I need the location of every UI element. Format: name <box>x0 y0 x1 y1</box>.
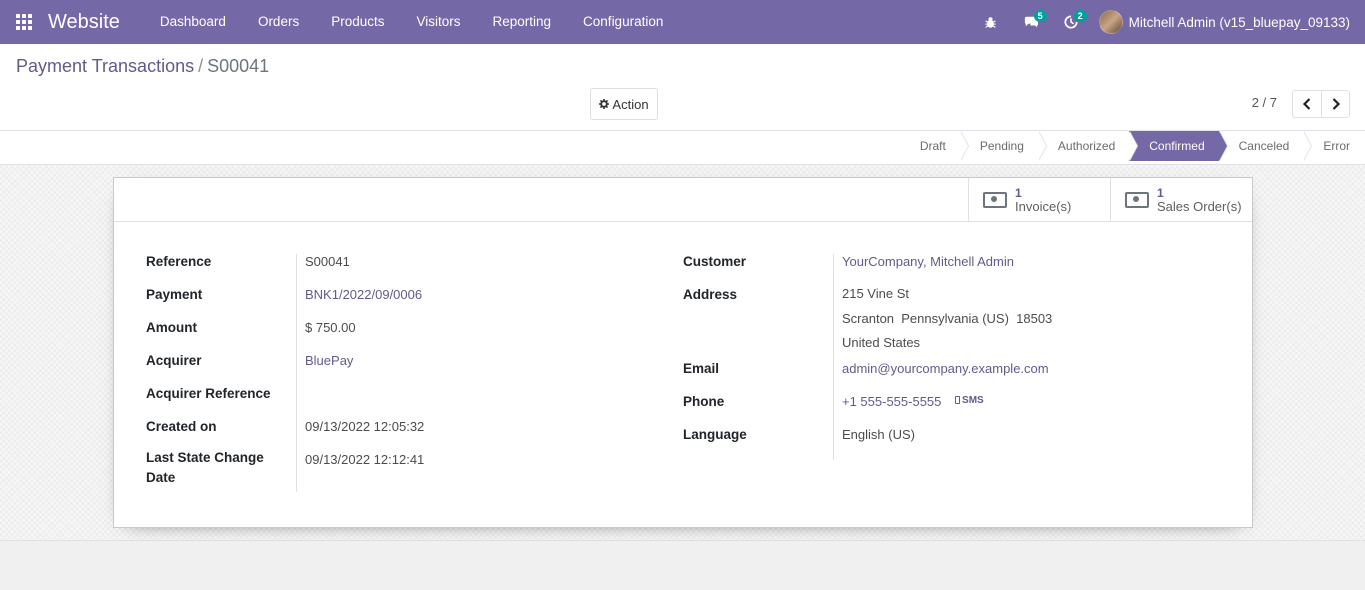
email-link[interactable]: admin@yourcompany.example.com <box>833 361 1049 394</box>
sms-button[interactable]: SMS <box>955 395 984 406</box>
status-authorized: Authorized <box>1038 131 1139 161</box>
control-panel: Payment Transactions / S00041 Action 2 / 7 <box>0 44 1365 131</box>
user-name: Mitchell Admin (v15_bluepay_09133) <box>1128 14 1350 30</box>
sms-label: SMS <box>962 395 984 406</box>
menu-products[interactable]: Products <box>315 0 400 44</box>
pager-next-button[interactable] <box>1321 90 1350 118</box>
mobile-icon <box>955 396 961 404</box>
breadcrumb-parent[interactable]: Payment Transactions <box>16 56 194 76</box>
button-box: 1 Invoice(s) 1 Sales Order(s) <box>968 178 1252 222</box>
chevron-right-icon <box>1332 98 1340 110</box>
amount-label: Amount <box>146 320 197 335</box>
address-country: United States <box>842 335 921 350</box>
acquirer-label: Acquirer <box>146 353 202 368</box>
debug-icon[interactable] <box>971 0 1011 44</box>
acquirer-reference-value <box>296 386 305 419</box>
sales-orders-label: Sales Order(s) <box>1157 199 1242 214</box>
phone-value: +1 555-555-5555 SMS <box>833 394 984 427</box>
address-value: 215 Vine St Scranton Pennsylvania (US) 1… <box>833 282 1052 361</box>
form-sheet: 1 Invoice(s) 1 Sales Order(s) Reference … <box>113 177 1253 528</box>
phone-label: Phone <box>683 394 725 409</box>
invoices-label: Invoice(s) <box>1015 199 1072 214</box>
status-confirmed: Confirmed <box>1129 131 1229 161</box>
menu-visitors[interactable]: Visitors <box>400 0 476 44</box>
money-icon <box>1125 192 1149 208</box>
breadcrumb-separator: / <box>198 56 204 76</box>
payment-link[interactable]: BNK1/2022/09/0006 <box>296 287 422 320</box>
messages-badge: 5 <box>1033 10 1047 22</box>
acquirer-reference-label: Acquirer Reference <box>146 386 271 401</box>
payment-label: Payment <box>146 287 203 302</box>
reference-label: Reference <box>146 254 212 269</box>
apps-menu-icon[interactable] <box>16 14 32 30</box>
user-menu[interactable]: Mitchell Admin (v15_bluepay_09133) <box>1091 10 1365 34</box>
invoices-smart-button[interactable]: 1 Invoice(s) <box>968 178 1110 222</box>
sales-orders-count: 1 <box>1157 186 1164 200</box>
avatar <box>1098 10 1123 34</box>
menu-configuration[interactable]: Configuration <box>567 0 679 44</box>
address-label: Address <box>683 287 738 302</box>
last-state-change-label-line1: Last State Change <box>146 450 264 465</box>
language-label: Language <box>683 427 747 442</box>
last-state-change-label-line2: Date <box>146 470 176 485</box>
address-city-line: Scranton Pennsylvania (US) 18503 <box>842 310 1053 326</box>
language-value: English (US) <box>833 427 915 460</box>
created-on-value: 09/13/2022 12:05:32 <box>296 419 424 452</box>
menu-orders[interactable]: Orders <box>242 0 315 44</box>
email-label: Email <box>683 361 720 376</box>
status-canceled: Canceled <box>1219 131 1313 161</box>
chevron-left-icon <box>1302 98 1311 110</box>
acquirer-link[interactable]: BluePay <box>296 353 353 386</box>
amount-value: $ 750.00 <box>296 320 356 353</box>
sales-orders-smart-button[interactable]: 1 Sales Order(s) <box>1110 178 1252 222</box>
reference-value: S00041 <box>296 254 350 287</box>
form-group-right: Customer YourCompany, Mitchell Admin Add… <box>683 254 1223 460</box>
customer-label: Customer <box>683 254 747 269</box>
app-name[interactable]: Website <box>48 11 120 34</box>
money-icon <box>983 192 1007 208</box>
menu-dashboard[interactable]: Dashboard <box>144 0 242 44</box>
form-background: 1 Invoice(s) 1 Sales Order(s) Reference … <box>0 165 1365 541</box>
pager-value[interactable]: 2 / 7 <box>1252 95 1277 110</box>
gear-icon <box>599 99 610 109</box>
status-draft: Draft <box>900 131 969 161</box>
statusbar: Draft Pending Authorized Confirmed Cance… <box>0 131 1365 165</box>
last-state-change-value: 09/13/2022 12:12:41 <box>296 452 424 492</box>
address-street: 215 Vine St <box>842 286 909 301</box>
messages-icon[interactable]: 5 <box>1011 0 1051 44</box>
activities-badge: 2 <box>1073 10 1087 22</box>
invoices-count: 1 <box>1015 186 1022 200</box>
status-error: Error <box>1323 139 1350 153</box>
menu-reporting[interactable]: Reporting <box>477 0 568 44</box>
status-pending: Pending <box>960 131 1047 161</box>
action-button[interactable]: Action <box>590 88 658 120</box>
last-state-change-label: Last State Change Date <box>146 448 296 492</box>
activities-icon[interactable]: 2 <box>1051 0 1091 44</box>
phone-link[interactable]: +1 555-555-5555 <box>842 394 941 409</box>
footer-area <box>0 541 1365 590</box>
action-label: Action <box>612 96 649 112</box>
main-navbar: Website Dashboard Orders Products Visito… <box>0 0 1365 44</box>
pager-previous-button[interactable] <box>1292 90 1321 118</box>
form-group-left: Reference S00041 Payment BNK1/2022/09/00… <box>146 254 656 492</box>
breadcrumb-current: S00041 <box>207 56 270 76</box>
breadcrumb: Payment Transactions / S00041 <box>16 56 269 77</box>
